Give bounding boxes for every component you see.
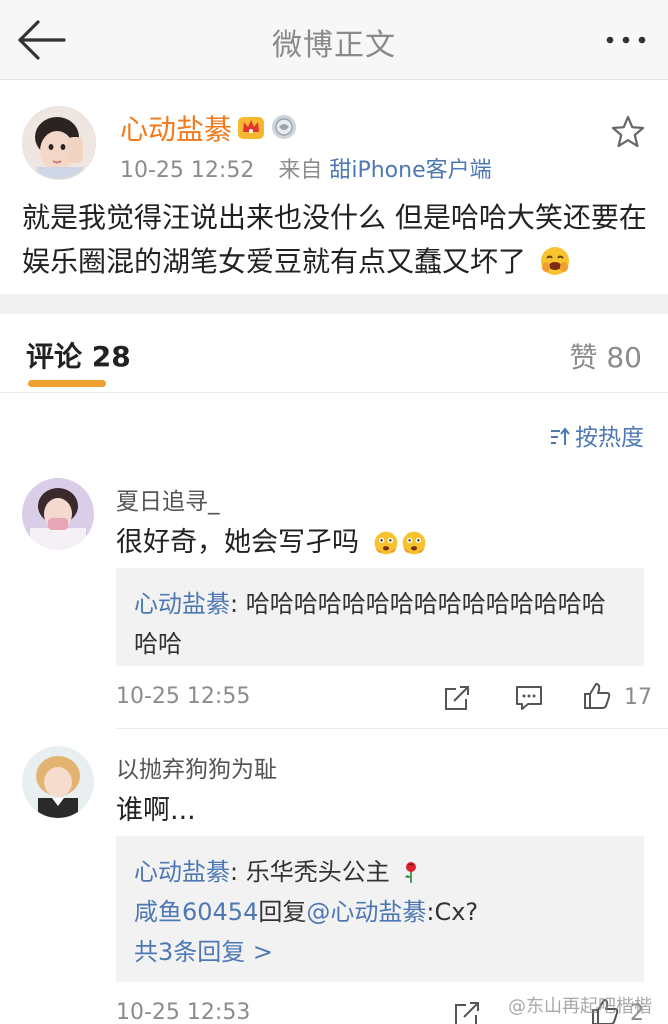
reply-username[interactable]: 心动盐綦 <box>134 858 230 886</box>
post-meta: 10-25 12:52 来自 甜iPhone客户端 <box>120 152 492 184</box>
reply-verb: 回复 <box>258 898 307 926</box>
reply-line: 心动盐綦: 乐华秃头公主 <box>134 852 626 892</box>
avatar-photo-icon <box>22 746 94 818</box>
scared-emoji-icon <box>402 531 425 555</box>
more-options-button[interactable] <box>602 28 650 52</box>
reply-colon: : <box>230 590 246 618</box>
medal-badge-icon[interactable] <box>270 111 298 141</box>
comment-time: 10-25 12:53 <box>116 1000 251 1024</box>
comment-text-body: 很好奇，她会写孑吗 <box>116 527 359 558</box>
comment-time: 10-25 12:55 <box>116 684 251 709</box>
post-body: 就是我觉得汪说出来也没什么 但是哈哈大笑还要在娱乐圈混的湖笔女爱豆就有点又蠢又坏… <box>22 196 652 284</box>
sort-label: 按热度 <box>575 425 644 451</box>
post-author-avatar[interactable] <box>22 106 96 180</box>
reply-username[interactable]: 心动盐綦 <box>134 590 230 618</box>
rose-emoji-icon <box>405 862 417 883</box>
like-count: 17 <box>624 685 652 710</box>
tab-divider <box>0 392 668 393</box>
tab-comments-count: 28 <box>91 340 131 373</box>
post-author-name[interactable]: 心动盐綦 <box>120 108 232 148</box>
active-tab-indicator <box>28 380 106 387</box>
avatar-photo-icon <box>22 478 94 550</box>
reply-text: :Cx? <box>426 898 479 926</box>
comment-divider <box>116 728 668 729</box>
reply-text: 乐华秃头公主 <box>245 858 390 886</box>
view-more-replies-link[interactable]: 共3条回复 > <box>134 932 626 972</box>
sort-by-hot-button[interactable]: 按热度 <box>549 418 644 452</box>
weibo-post-screen: 微博正文 心动盐綦 10-25 12:52 来自 甜iPhone客户端 就是我觉… <box>0 0 668 1024</box>
reply-mention[interactable]: @心动盐綦 <box>306 898 426 926</box>
comment-avatar[interactable] <box>22 746 94 818</box>
reply-preview-box[interactable]: 心动盐綦: 乐华秃头公主 咸鱼60454回复@心动盐綦:Cx? 共3条回复 > <box>116 836 644 982</box>
tab-likes[interactable]: 赞 80 <box>569 336 642 376</box>
comment-username[interactable]: 以抛弃狗狗为耻 <box>116 750 277 784</box>
share-icon[interactable] <box>452 999 482 1024</box>
like-icon[interactable] <box>582 681 612 711</box>
watermark: @东山再起吧楷楷 <box>508 996 652 1017</box>
post-time: 10-25 12:52 <box>120 158 255 183</box>
comment-text: 很好奇，她会写孑吗 <box>116 520 428 559</box>
share-icon[interactable] <box>442 683 472 713</box>
laughing-emoji-icon <box>540 247 569 275</box>
post-source-link[interactable]: 甜iPhone客户端 <box>329 158 491 183</box>
more-dots-icon <box>606 36 646 44</box>
post-source-prefix: 来自 <box>278 158 323 183</box>
comment-text: 谁啊... <box>116 795 196 826</box>
avatar-photo-icon <box>23 107 95 179</box>
reply-line: 咸鱼60454回复@心动盐綦:Cx? <box>134 892 626 932</box>
reply-preview-box[interactable]: 心动盐綦: 哈哈哈哈哈哈哈哈哈哈哈哈哈哈哈哈哈 <box>116 568 644 666</box>
reply-colon: : <box>230 858 246 886</box>
sort-icon <box>551 427 570 445</box>
section-separator <box>0 294 668 314</box>
reply-username[interactable]: 咸鱼60454 <box>134 898 258 926</box>
star-icon <box>611 115 645 148</box>
tab-comments-label: 评论 <box>26 340 83 373</box>
crown-badge-icon[interactable] <box>236 111 266 141</box>
top-bar: 微博正文 <box>0 0 668 80</box>
favorite-button[interactable] <box>610 114 646 150</box>
tab-likes-label: 赞 <box>569 341 598 374</box>
tab-comments[interactable]: 评论 28 <box>26 335 131 375</box>
comment-username[interactable]: 夏日追寻_ <box>116 482 220 516</box>
scared-emoji-icon <box>374 531 397 555</box>
comment-icon[interactable] <box>514 683 544 713</box>
comment-avatar[interactable] <box>22 478 94 550</box>
tab-likes-count: 80 <box>606 341 642 374</box>
page-title: 微博正文 <box>272 28 396 63</box>
